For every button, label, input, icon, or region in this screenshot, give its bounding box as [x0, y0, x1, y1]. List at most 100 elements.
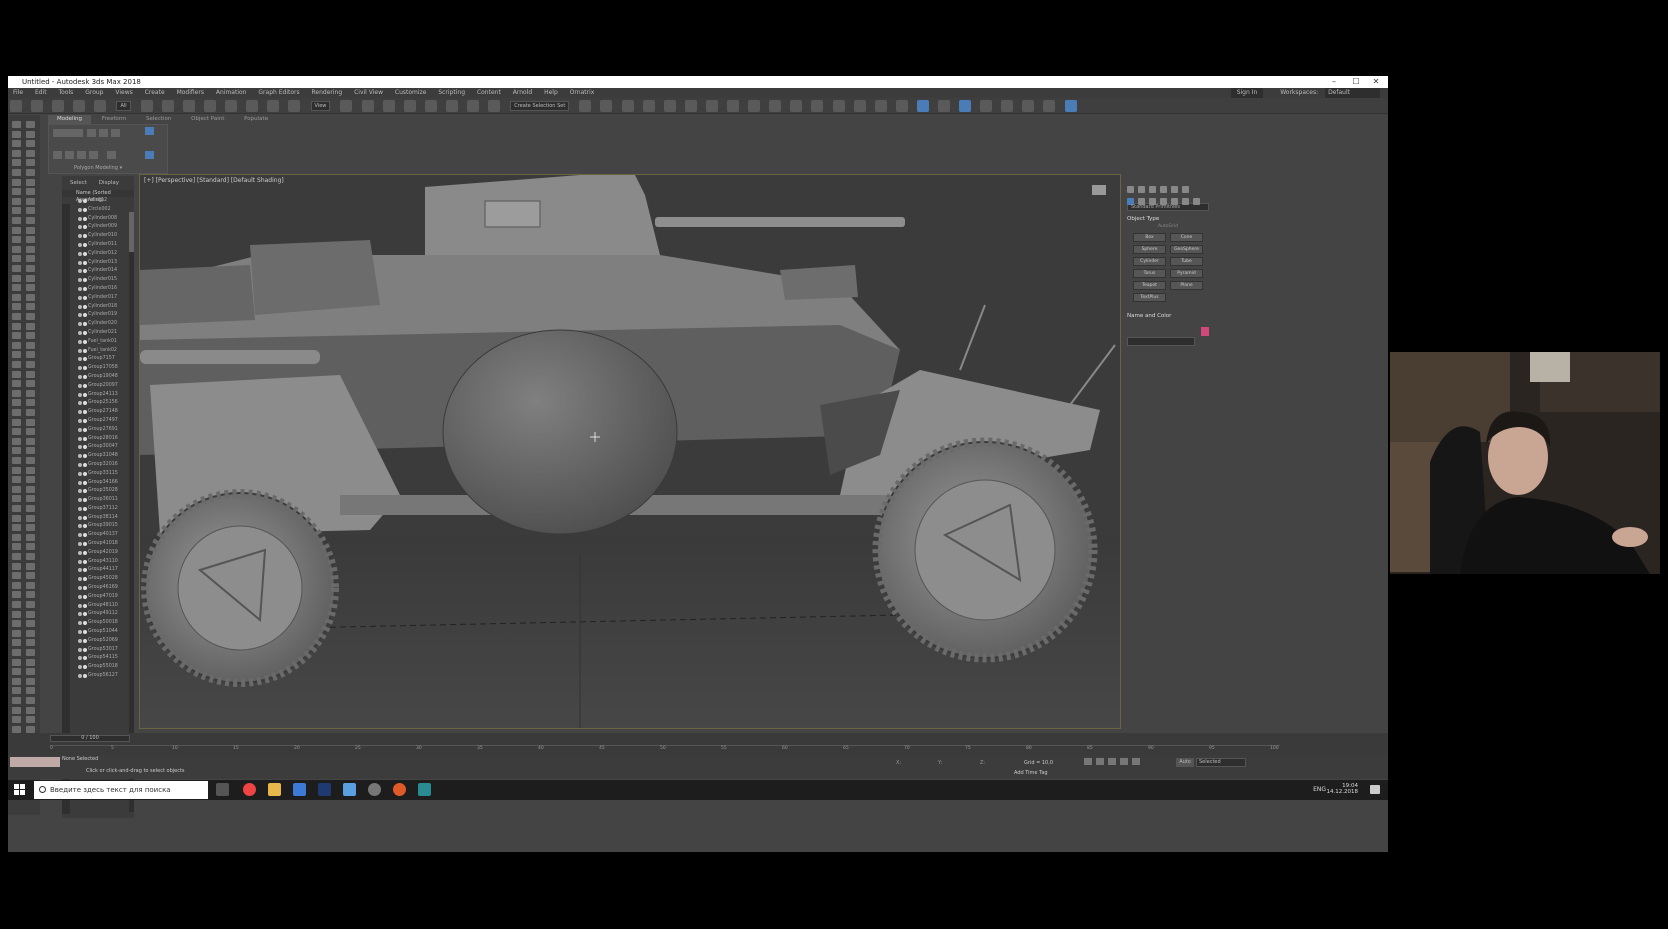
freeze-toggle-icon[interactable] [83, 533, 87, 538]
freeze-toggle-icon[interactable] [83, 216, 87, 221]
left-tool-icon[interactable] [12, 332, 21, 340]
scene-object-row[interactable]: Group28016 [62, 435, 134, 444]
left-tool-icon[interactable] [12, 629, 21, 637]
visibility-eye-icon[interactable] [78, 269, 82, 274]
left-tool-icon[interactable] [12, 533, 21, 541]
visibility-eye-icon[interactable] [78, 260, 82, 265]
visibility-eye-icon[interactable] [78, 489, 82, 494]
scene-object-row[interactable]: Group30047 [62, 443, 134, 452]
freeze-toggle-icon[interactable] [83, 630, 87, 635]
visibility-eye-icon[interactable] [78, 638, 82, 643]
left-tool-icon[interactable] [12, 361, 21, 368]
left-tool-icon[interactable] [12, 514, 21, 522]
freeze-toggle-icon[interactable] [83, 436, 87, 441]
ribbon-tool-button[interactable] [65, 151, 74, 159]
task-view-icon[interactable] [216, 783, 229, 796]
freeze-toggle-icon[interactable] [83, 260, 87, 265]
left-tool-icon[interactable] [26, 361, 35, 368]
name-and-color-rollout[interactable]: Name and Color [1127, 312, 1209, 321]
hierarchy-icon[interactable] [1001, 100, 1014, 112]
left-tool-icon[interactable] [12, 351, 21, 359]
toggle-ribbon-icon[interactable] [663, 100, 676, 112]
left-tool-icon[interactable] [12, 341, 21, 349]
left-tool-icon[interactable] [12, 159, 21, 167]
left-tool-icon[interactable] [26, 217, 35, 224]
visibility-eye-icon[interactable] [78, 559, 82, 564]
freeze-toggle-icon[interactable] [83, 401, 87, 406]
freeze-toggle-icon[interactable] [83, 392, 87, 397]
freeze-toggle-icon[interactable] [83, 383, 87, 388]
scene-object-row[interactable]: Group50018 [62, 619, 134, 628]
left-tool-icon[interactable] [12, 437, 21, 445]
visibility-eye-icon[interactable] [78, 207, 82, 212]
plane-button[interactable]: Plane [1170, 281, 1203, 290]
graph-icon[interactable] [874, 100, 887, 112]
freeze-toggle-icon[interactable] [83, 603, 87, 608]
scene-explorer-icon[interactable] [621, 100, 634, 112]
left-tool-icon[interactable] [26, 428, 35, 436]
visibility-eye-icon[interactable] [78, 568, 82, 573]
align-icon[interactable] [600, 100, 613, 112]
active-grid-icon[interactable] [916, 100, 929, 112]
visibility-eye-icon[interactable] [78, 216, 82, 221]
menu-group[interactable]: Group [80, 88, 108, 98]
scene-object-row[interactable]: Group42019 [62, 549, 134, 558]
left-tool-icon[interactable] [12, 188, 21, 196]
visibility-eye-icon[interactable] [78, 515, 82, 520]
left-tool-icon[interactable] [26, 313, 35, 320]
left-tool-icon[interactable] [26, 130, 35, 138]
scene-scrollbar[interactable] [129, 212, 134, 812]
scene-object-row[interactable]: Group20097 [62, 382, 134, 391]
visibility-eye-icon[interactable] [78, 418, 82, 423]
left-tool-icon[interactable] [26, 236, 35, 244]
left-tool-icon[interactable] [12, 217, 21, 224]
left-tool-icon[interactable] [26, 572, 35, 580]
menu-scripting[interactable]: Scripting [433, 88, 470, 98]
left-tool-icon[interactable] [26, 149, 35, 157]
close-button[interactable]: ✕ [1366, 76, 1386, 88]
freeze-toggle-icon[interactable] [83, 506, 87, 511]
left-tool-icon[interactable] [12, 303, 21, 311]
visibility-eye-icon[interactable] [78, 330, 82, 335]
visibility-eye-icon[interactable] [78, 410, 82, 415]
left-tool-icon[interactable] [12, 178, 21, 186]
freeze-toggle-icon[interactable] [83, 612, 87, 617]
scene-object-row[interactable]: Group54115 [62, 654, 134, 663]
play-icon[interactable] [1108, 758, 1116, 765]
visibility-eye-icon[interactable] [78, 647, 82, 652]
tab-selection[interactable]: Selection [137, 115, 180, 124]
left-tool-icon[interactable] [26, 543, 35, 551]
left-tool-icon[interactable] [12, 581, 21, 589]
visibility-eye-icon[interactable] [78, 471, 82, 476]
scene-object-row[interactable]: Group24113 [62, 391, 134, 400]
ribbon-tool-button[interactable] [87, 129, 96, 137]
viewport-label[interactable]: [+] [Perspective] [Standard] [Default Sh… [144, 177, 284, 184]
curve-editor-icon[interactable] [684, 100, 697, 112]
visibility-eye-icon[interactable] [78, 304, 82, 309]
left-tool-icon[interactable] [12, 485, 21, 493]
left-tool-icon[interactable] [12, 543, 21, 551]
autogrid-checkbox[interactable]: AutoGrid [1123, 224, 1213, 231]
freeze-toggle-icon[interactable] [83, 462, 87, 467]
left-tool-icon[interactable] [12, 428, 21, 436]
left-tool-icon[interactable] [12, 668, 21, 676]
left-tool-icon[interactable] [12, 457, 21, 464]
left-tool-icon[interactable] [12, 687, 21, 695]
left-tool-icon[interactable] [12, 149, 21, 157]
freeze-toggle-icon[interactable] [83, 480, 87, 485]
left-tool-icon[interactable] [12, 245, 21, 253]
rotate-icon[interactable] [246, 100, 259, 112]
scene-object-row[interactable]: Group27497 [62, 417, 134, 426]
object-name-input[interactable] [1127, 336, 1195, 346]
left-tool-icon[interactable] [26, 293, 35, 301]
menu-help[interactable]: Help [539, 88, 563, 98]
left-tool-icon[interactable] [26, 274, 35, 282]
visibility-eye-icon[interactable] [78, 454, 82, 459]
visibility-eye-icon[interactable] [78, 392, 82, 397]
scene-object-row[interactable]: Cylinder013 [62, 259, 134, 268]
spinner-snap-icon[interactable] [467, 100, 480, 112]
mirror-icon[interactable] [579, 100, 592, 112]
left-tool-icon[interactable] [12, 725, 21, 733]
polygon-modeling-label[interactable]: Polygon Modeling ▾ [74, 165, 122, 171]
freeze-toggle-icon[interactable] [83, 647, 87, 652]
